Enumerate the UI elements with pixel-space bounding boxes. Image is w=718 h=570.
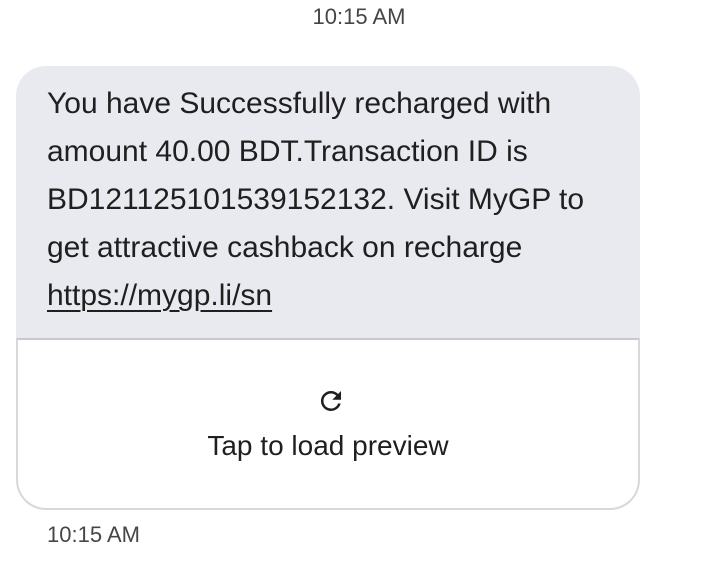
message-timestamp-top: 10:15 AM [312,4,406,29]
message-timestamp-bottom: 10:15 AM [47,522,140,547]
link-preview-card[interactable]: Tap to load preview [16,338,640,510]
refresh-icon [320,390,341,411]
message-body: You have Successfully recharged with amo… [47,80,627,320]
message-text: You have Successfully recharged with amo… [47,87,585,264]
message-bubble[interactable]: You have Successfully recharged with amo… [16,66,640,510]
message-link[interactable]: https://mygp.li/sn [47,279,272,312]
message-thread: 10:15 AM You have Successfully recharged… [0,0,718,570]
load-preview-label: Tap to load preview [207,430,449,461]
